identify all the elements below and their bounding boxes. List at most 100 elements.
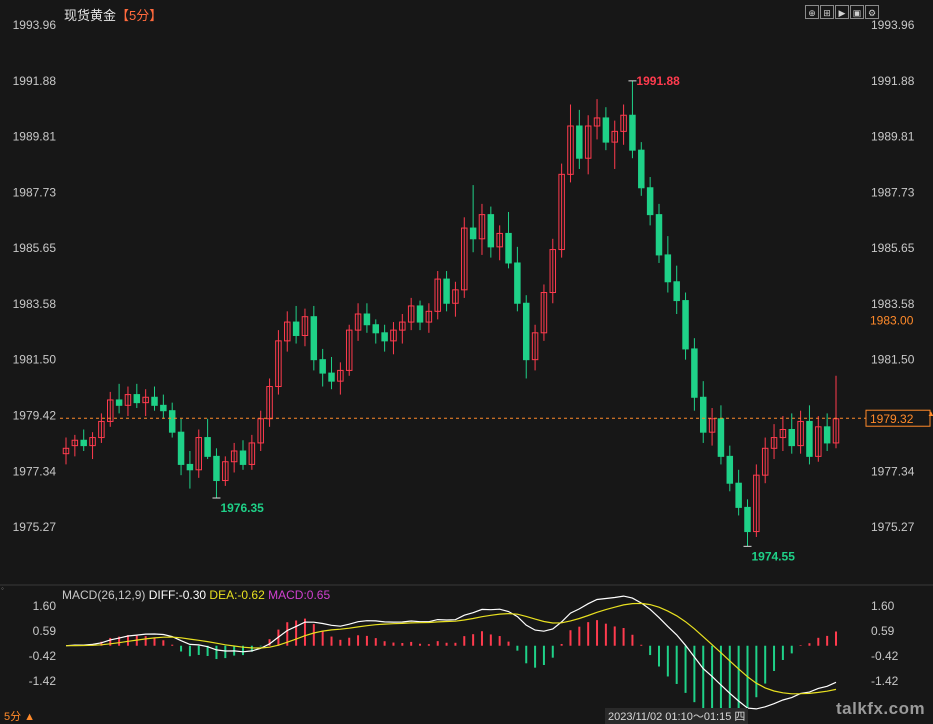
- candlestick-series: [62, 80, 840, 547]
- macd-tick-right: -1.42: [871, 674, 899, 688]
- candle-body: [381, 332, 388, 342]
- y-axis-right: 1993.96 1991.88 1989.81 1987.73 1985.65 1983.…: [871, 18, 915, 534]
- macd-dea: DEA:-0.62: [209, 588, 265, 602]
- candle-body: [80, 439, 87, 447]
- candle-body: [655, 214, 663, 256]
- chart-toolbar: ⊕ ⊞ ▶ ▣ ⚙: [805, 5, 879, 19]
- y-tick-left: 1983.58: [13, 297, 57, 311]
- candle-body: [310, 316, 318, 361]
- y-tick-right: 1983.58: [871, 297, 915, 311]
- macd-tick-left: 1.60: [33, 599, 57, 613]
- low-point-2-label: 1974.55: [751, 549, 795, 563]
- low-point-1-label: 1976.35: [220, 501, 264, 515]
- candle-body: [186, 463, 194, 471]
- current-price-label: 1979.32: [870, 412, 914, 426]
- candle-body: [505, 232, 512, 264]
- candle-body: [487, 214, 495, 248]
- macd-value: MACD:0.65: [268, 588, 331, 602]
- y-tick-left: 1993.96: [13, 18, 57, 32]
- candle-body: [823, 426, 831, 444]
- y-tick-right: 1981.50: [871, 353, 915, 367]
- timeframe-footer[interactable]: 5分 ▲: [4, 708, 35, 724]
- candle-body: [160, 404, 167, 412]
- macd-tick-left: -0.42: [29, 649, 57, 663]
- y-tick-left: 1985.65: [13, 241, 57, 255]
- candle-body: [673, 281, 680, 302]
- y-tick-right: 1975.27: [871, 520, 915, 534]
- marker-price-label: 1983.00: [870, 313, 914, 327]
- chart-icon[interactable]: ▣: [850, 5, 864, 19]
- y-tick-right: 1977.34: [871, 464, 915, 478]
- price-chart[interactable]: 1993.96 1991.88 1989.81 1987.73 1985.65 1983.…: [0, 0, 933, 721]
- candle-body: [664, 254, 672, 283]
- macd-tick-left: 0.59: [33, 624, 57, 638]
- candle-body: [292, 321, 300, 336]
- price-annotations: 1979.32 1983.00 1991.88 1976.35 1974.55: [60, 74, 931, 563]
- y-tick-left: 1989.81: [13, 129, 57, 143]
- price-arrow-icon: ▲: [927, 409, 933, 418]
- candle-body: [372, 324, 380, 334]
- y-tick-right: 1991.88: [871, 74, 915, 88]
- candle-body: [443, 278, 450, 304]
- y-tick-left: 1981.50: [13, 353, 57, 367]
- candle-body: [638, 149, 645, 189]
- macd-tick-right: -0.42: [871, 649, 899, 663]
- y-tick-left: 1975.27: [13, 520, 57, 534]
- candle-body: [726, 455, 734, 484]
- candle-body: [363, 313, 371, 326]
- chart-title: 现货黄金【5分】: [64, 5, 162, 24]
- instrument-name: 现货黄金: [64, 8, 117, 23]
- watermark: talkfx.com: [836, 699, 926, 718]
- macd-params: MACD(26,12,9): [62, 588, 146, 602]
- footer-timeframe: 5分: [4, 711, 22, 723]
- play-icon[interactable]: ▶: [835, 5, 849, 19]
- high-point-label: 1991.88: [636, 74, 680, 88]
- candle-body: [328, 372, 335, 382]
- candle-body: [717, 418, 725, 457]
- grid-icon[interactable]: ⊞: [820, 5, 834, 19]
- y-tick-left: 1977.34: [13, 464, 57, 478]
- candle-body: [788, 429, 795, 447]
- macd-tick-left: -1.42: [29, 674, 57, 688]
- timeframe-label[interactable]: 【5分】: [116, 8, 162, 23]
- candle-body: [806, 420, 813, 457]
- candle-body: [682, 300, 689, 350]
- candle-body: [416, 305, 424, 323]
- candle-body: [239, 450, 247, 465]
- macd-tick-right: 0.59: [871, 624, 895, 638]
- candle-body: [151, 396, 158, 406]
- candle-body: [735, 482, 742, 508]
- axis-marker-icon: ◦: [1, 584, 4, 593]
- candle-body: [115, 399, 123, 406]
- candle-body: [699, 396, 707, 433]
- y-tick-left: 1991.88: [13, 74, 57, 88]
- crosshair-time-label: 2023/11/02 01:10～01:15 四: [605, 708, 749, 724]
- y-tick-right: 1989.81: [871, 129, 915, 143]
- candle-body: [177, 431, 185, 465]
- candle-body: [646, 187, 654, 216]
- candle-body: [514, 262, 521, 304]
- candle-body: [204, 437, 211, 457]
- macd-legend: MACD(26,12,9) DIFF:-0.30 DEA:-0.62 MACD:…: [62, 588, 330, 602]
- crosshair-icon[interactable]: ⊕: [805, 5, 819, 19]
- macd-tick-right: 1.60: [871, 599, 895, 613]
- candle-body: [469, 227, 477, 240]
- candle-body: [576, 125, 583, 159]
- candle-body: [602, 117, 610, 143]
- y-axis-left: 1993.96 1991.88 1989.81 1987.73 1985.65 1983.…: [13, 18, 57, 534]
- candle-body: [319, 359, 326, 374]
- candle-body: [691, 348, 698, 398]
- y-tick-right: 1993.96: [871, 18, 915, 32]
- settings-icon[interactable]: ⚙: [865, 5, 879, 19]
- y-tick-right: 1987.73: [871, 185, 915, 199]
- y-tick-right: 1985.65: [871, 241, 915, 255]
- macd-diff: DIFF:-0.30: [148, 588, 207, 602]
- macd-panel: 1.60 1.60 0.59 0.59 -0.42 -0.42 -1.42 -1.42: [29, 595, 899, 711]
- candle-body: [522, 302, 530, 361]
- candle-body: [133, 394, 141, 404]
- candle-body: [629, 114, 636, 151]
- candle-body: [744, 506, 751, 533]
- y-tick-left: 1987.73: [13, 185, 57, 199]
- candle-body: [213, 455, 220, 482]
- candle-body: [168, 410, 176, 433]
